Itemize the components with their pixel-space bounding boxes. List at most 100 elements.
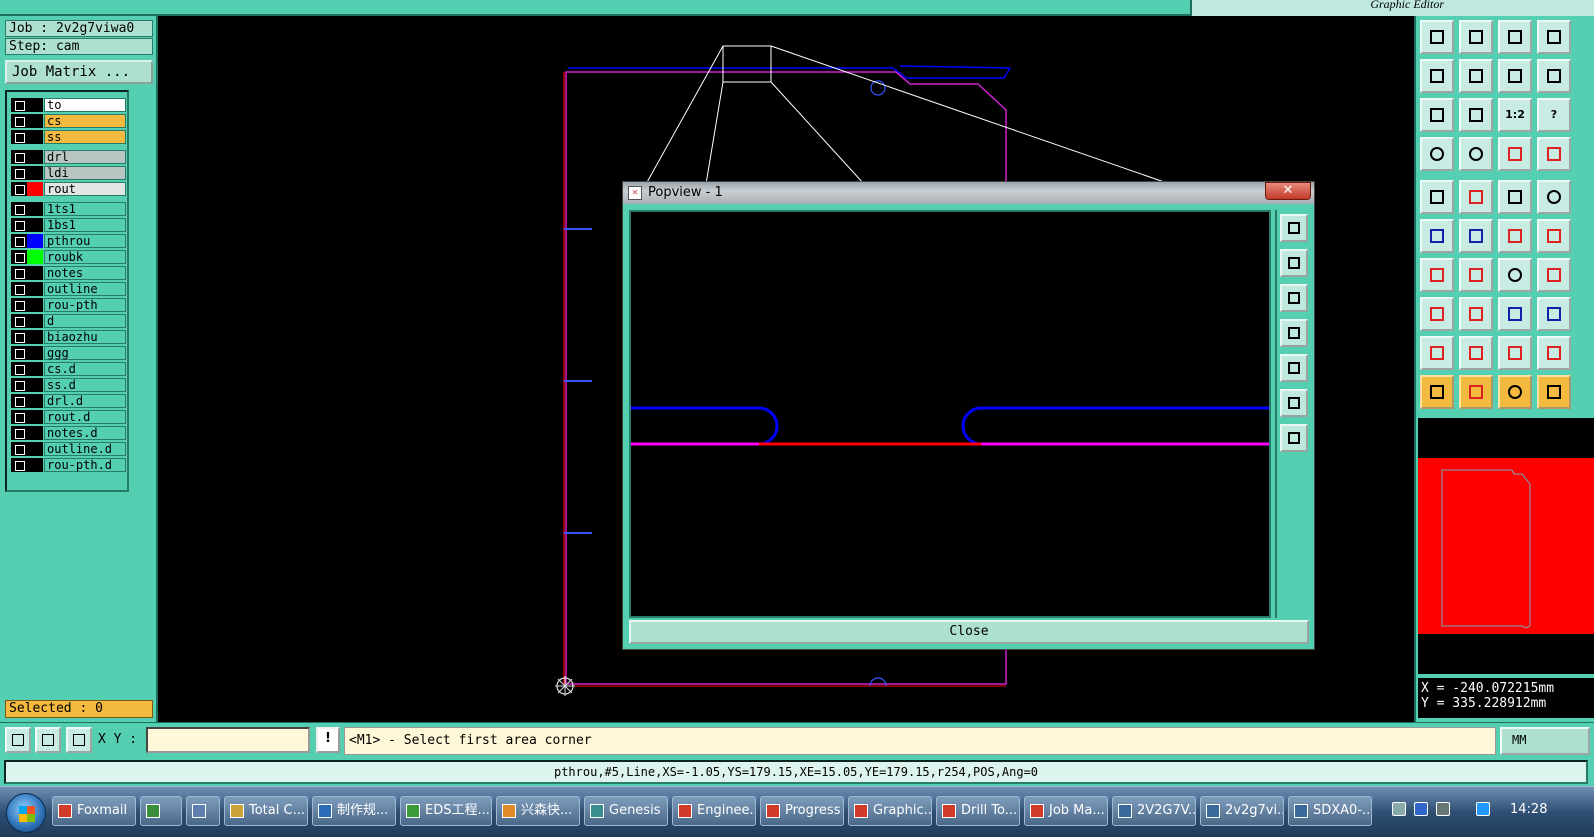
- save-icon[interactable]: [1459, 20, 1493, 54]
- taskbar-item[interactable]: Graphic...: [848, 796, 932, 826]
- layer-row-ss.d[interactable]: ss.d: [11, 378, 126, 392]
- pan-right-icon[interactable]: [1459, 59, 1493, 93]
- close-button[interactable]: Close: [629, 620, 1309, 644]
- layer-color-swatch[interactable]: [27, 150, 43, 164]
- layer-row-ss[interactable]: ss: [11, 130, 126, 144]
- select-pointer-icon[interactable]: [1420, 375, 1454, 409]
- layer-checkbox[interactable]: [11, 362, 27, 376]
- volume-icon[interactable]: [1476, 802, 1490, 816]
- layer-row-rout[interactable]: rout: [11, 182, 126, 196]
- layer-color-swatch[interactable]: [27, 166, 43, 180]
- layer-row-notes[interactable]: notes: [11, 266, 126, 280]
- layer-checkbox[interactable]: [11, 130, 27, 144]
- taskbar-item[interactable]: 2v2g7vi...: [1200, 796, 1284, 826]
- taskbar-item[interactable]: EDS工程...: [400, 796, 492, 826]
- layer-checkbox[interactable]: [11, 234, 27, 248]
- select-net-icon[interactable]: [1537, 375, 1571, 409]
- start-button[interactable]: [6, 793, 46, 833]
- layer-name[interactable]: pthrou: [44, 234, 126, 248]
- edit-line-icon[interactable]: [1459, 180, 1493, 214]
- zoom-window-icon[interactable]: [1280, 214, 1308, 242]
- layer-name[interactable]: outline.d: [44, 442, 126, 456]
- layer-color-swatch[interactable]: [27, 130, 43, 144]
- layer-color-swatch[interactable]: [27, 346, 43, 360]
- arch-icon[interactable]: [1498, 336, 1532, 370]
- layer-row-1ts1[interactable]: 1ts1: [11, 202, 126, 216]
- layer-color-swatch[interactable]: [27, 202, 43, 216]
- layer-name[interactable]: to: [44, 98, 126, 112]
- zoom-fit-icon[interactable]: [1420, 98, 1454, 132]
- connect-icon[interactable]: [1420, 219, 1454, 253]
- triangle-icon[interactable]: [1420, 336, 1454, 370]
- layer-checkbox[interactable]: [11, 394, 27, 408]
- angle-icon[interactable]: [1420, 258, 1454, 292]
- xy-input[interactable]: [146, 727, 310, 753]
- layout-icon[interactable]: [1537, 20, 1571, 54]
- slash-icon[interactable]: [1459, 258, 1493, 292]
- layer-name[interactable]: cs: [44, 114, 126, 128]
- layer-row-d[interactable]: d: [11, 314, 126, 328]
- window-close-button[interactable]: ✕: [1265, 182, 1311, 200]
- select-box-icon[interactable]: [1459, 375, 1493, 409]
- layer-checkbox[interactable]: [11, 330, 27, 344]
- taskbar-item[interactable]: Job Ma...: [1024, 796, 1108, 826]
- arc-icon[interactable]: [1498, 258, 1532, 292]
- layer-checkbox[interactable]: [11, 378, 27, 392]
- keyboard-icon[interactable]: [1392, 802, 1406, 816]
- popview-viewport[interactable]: [629, 210, 1271, 618]
- taskbar-item[interactable]: Genesis: [584, 796, 668, 826]
- layer-row-drl[interactable]: drl: [11, 150, 126, 164]
- layer-color-swatch[interactable]: [27, 314, 43, 328]
- extend-icon[interactable]: [1537, 219, 1571, 253]
- taskbar-item[interactable]: 兴森快...: [496, 796, 580, 826]
- layer-color-swatch[interactable]: [27, 298, 43, 312]
- layer-color-swatch[interactable]: [27, 458, 43, 472]
- layer-checkbox[interactable]: [11, 346, 27, 360]
- pad-icon[interactable]: [1459, 137, 1493, 171]
- layer-name[interactable]: ggg: [44, 346, 126, 360]
- layer-checkbox[interactable]: [11, 150, 27, 164]
- layer-color-swatch[interactable]: [27, 250, 43, 264]
- layer-name[interactable]: cs.d: [44, 362, 126, 376]
- layer-color-swatch[interactable]: [27, 426, 43, 440]
- taskbar-item[interactable]: [186, 796, 220, 826]
- zoom-center-icon[interactable]: [1459, 98, 1493, 132]
- layer-row-biaozhu[interactable]: biaozhu: [11, 330, 126, 344]
- layer-checkbox[interactable]: [11, 266, 27, 280]
- layer-row-outline[interactable]: outline: [11, 282, 126, 296]
- taskbar-item[interactable]: 制作规...: [312, 796, 396, 826]
- snake-icon[interactable]: [1537, 59, 1571, 93]
- measure-icon[interactable]: [1420, 137, 1454, 171]
- taskbar-item[interactable]: Enginee...: [672, 796, 756, 826]
- delete-icon[interactable]: [1459, 219, 1493, 253]
- layer-row-ldi[interactable]: ldi: [11, 166, 126, 180]
- popview-titlebar[interactable]: ✕ Popview - 1 ✕: [623, 182, 1314, 204]
- grid-icon[interactable]: [66, 727, 92, 753]
- layer-row-rout.d[interactable]: rout.d: [11, 410, 126, 424]
- layer-row-rou-pth[interactable]: rou-pth: [11, 298, 126, 312]
- layer-row-cs.d[interactable]: cs.d: [11, 362, 126, 376]
- layer-row-ggg[interactable]: ggg: [11, 346, 126, 360]
- angle-mode-icon[interactable]: [35, 727, 61, 753]
- overview-map[interactable]: [1418, 418, 1594, 674]
- layer-checkbox[interactable]: [11, 410, 27, 424]
- layer-color-swatch[interactable]: [27, 330, 43, 344]
- layer-name[interactable]: ss: [44, 130, 126, 144]
- layer-name[interactable]: rout.d: [44, 410, 126, 424]
- layer-checkbox[interactable]: [11, 182, 27, 196]
- layer-name[interactable]: ldi: [44, 166, 126, 180]
- zoom-home-icon[interactable]: [1280, 424, 1308, 452]
- layer-color-swatch[interactable]: [27, 442, 43, 456]
- dimension-icon[interactable]: [1498, 297, 1532, 331]
- shapes-icon[interactable]: [1537, 297, 1571, 331]
- taskbar-item[interactable]: SDXA0-...: [1288, 796, 1372, 826]
- taskbar-item[interactable]: Progress: [760, 796, 844, 826]
- net-icon[interactable]: [1498, 137, 1532, 171]
- network-icon[interactable]: [1436, 802, 1450, 816]
- layer-name[interactable]: notes: [44, 266, 126, 280]
- layer-color-swatch[interactable]: [27, 362, 43, 376]
- undo-icon[interactable]: [1498, 59, 1532, 93]
- zoom-fit-icon[interactable]: [1280, 389, 1308, 417]
- help-button[interactable]: ?: [1537, 98, 1571, 132]
- units-selector[interactable]: MM: [1500, 727, 1590, 755]
